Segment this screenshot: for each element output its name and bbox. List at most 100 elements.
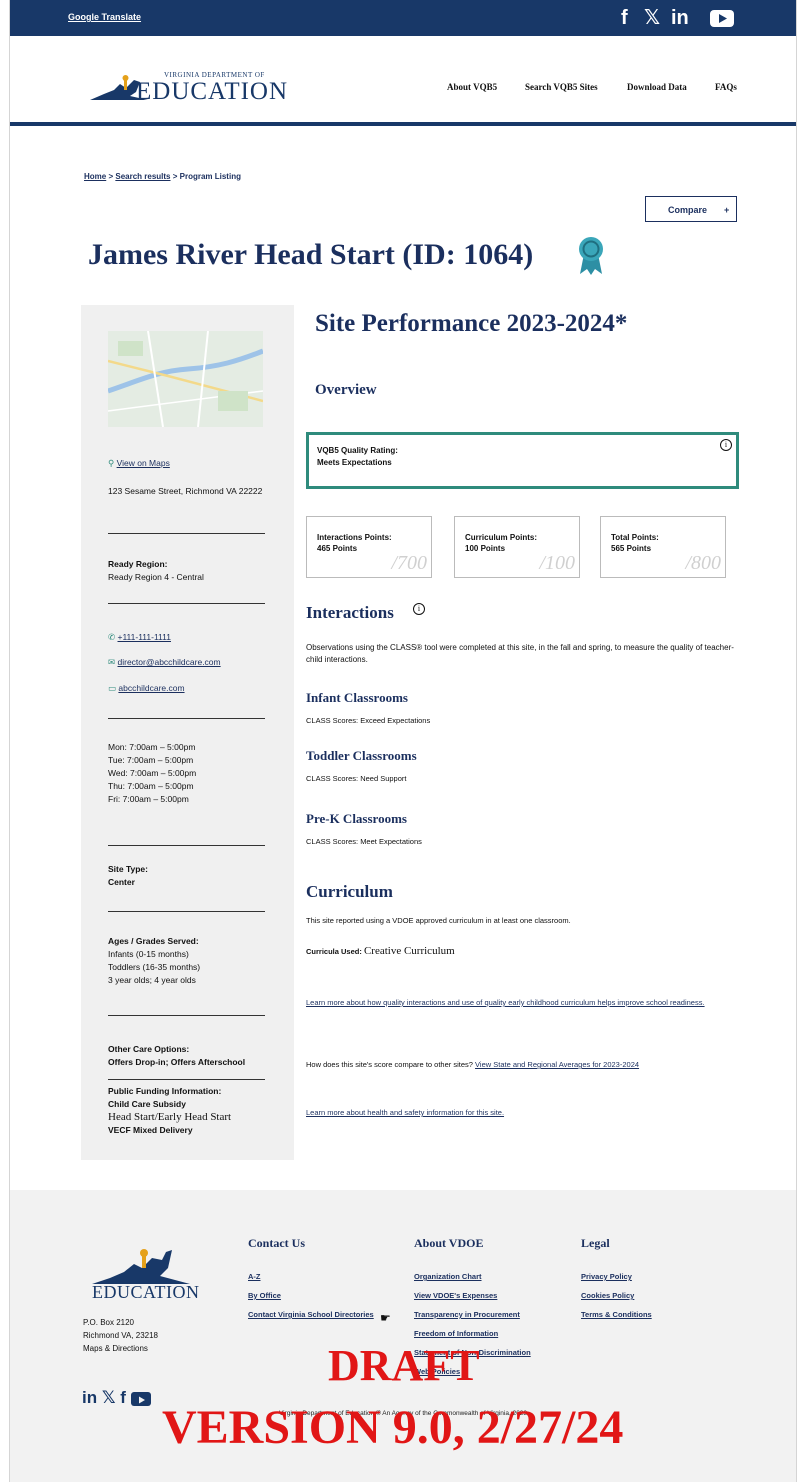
site-info-sidebar: ⚲ View on Maps 123 Sesame Street, Richmo… [81,305,294,1160]
facebook-icon[interactable]: f [621,6,628,30]
points-value: 100 Points [465,544,506,553]
quality-rating-value: Meets Expectations [317,458,392,467]
hours-item: Tue: 7:00am – 5:00pm [108,755,194,765]
breadcrumb-home[interactable]: Home [84,172,106,181]
points-label: Interactions Points: [317,533,392,542]
quality-rating: VQB5 Quality Rating: Meets Expectations [317,445,398,469]
interactions-description: Observations using the CLASS® tool were … [306,643,734,664]
divider [108,1079,265,1080]
version-watermark: VERSION 9.0, 2/27/24 [162,1401,624,1454]
other-care-label: Other Care Options: [108,1044,190,1054]
points-label: Total Points: [611,533,659,542]
page-frame: Google Translate f 𝕏 in VIRGINIA DEPARTM… [9,0,797,1482]
curricula-used: Curricula Used: Creative Curriculum [306,944,455,959]
info-icon[interactable]: i [720,439,732,451]
public-funding: Public Funding Information: Child Care S… [108,1085,231,1137]
compare-question: How does this site's score compare to ot… [306,1060,473,1069]
maps-directions-link[interactable]: Maps & Directions [83,1342,158,1355]
ready-region: Ready Region: Ready Region 4 - Central [108,558,204,584]
compare-question-block: How does this site's score compare to ot… [306,1058,736,1072]
site-type-label: Site Type: [108,864,148,874]
email-link[interactable]: director@abcchildcare.com [118,657,221,667]
phone-icon: ✆ [108,632,116,642]
curriculum-heading: Curriculum [306,882,393,901]
footer-link[interactable]: Contact Virginia School Directories [248,1310,374,1319]
hours-item: Mon: 7:00am – 5:00pm [108,742,196,752]
location-map[interactable] [108,331,263,427]
learn-more-readiness-link[interactable]: Learn more about how quality interaction… [306,998,705,1007]
facebook-icon[interactable]: f [120,1388,126,1407]
google-translate-link[interactable]: Google Translate [68,12,141,22]
points-value: 565 Points [611,544,652,553]
x-twitter-icon[interactable]: 𝕏 [644,6,660,30]
footer-social: in 𝕏 f [82,1388,151,1408]
footer-logo[interactable]: EDUCATION [90,1246,200,1302]
footer-link[interactable]: A-Z [248,1272,261,1281]
legal-heading: Legal [581,1236,610,1250]
state-averages-link[interactable]: View State and Regional Averages for 202… [475,1060,639,1069]
points-max: /700 [391,552,427,574]
logo-text: EDUCATION [136,78,289,105]
linkedin-icon[interactable]: in [671,6,689,30]
footer-link[interactable]: View VDOE's Expenses [414,1291,497,1300]
classroom-heading: Infant Classrooms [306,690,408,705]
curricula-value: Creative Curriculum [363,945,455,957]
site-address: 123 Sesame Street, Richmond VA 22222 [108,486,263,496]
breadcrumb-separator: > [170,172,180,181]
footer-link[interactable]: Organization Chart [414,1272,482,1281]
cursor-icon: ☛ [380,1311,391,1325]
footer-link[interactable]: Transparency in Procurement [414,1310,520,1319]
breadcrumb-search-results[interactable]: Search results [115,172,170,181]
ready-region-value: Ready Region 4 - Central [108,572,204,582]
nav-about[interactable]: About VQB5 [447,82,497,92]
monitor-icon: ▭ [108,683,117,693]
location-pin-icon: ⚲ [108,458,115,468]
footer-link[interactable]: By Office [248,1291,281,1300]
footer-address: P.O. Box 2120 Richmond VA, 23218 Maps & … [83,1316,158,1355]
nav-faqs[interactable]: FAQs [715,82,737,92]
view-on-maps-link[interactable]: View on Maps [117,458,170,468]
contact-heading: Contact Us [248,1236,305,1250]
nav-download[interactable]: Download Data [627,82,687,92]
info-icon[interactable]: i [413,603,425,615]
classroom-heading: Toddler Classrooms [306,748,417,763]
footer-link[interactable]: Freedom of Information [414,1329,498,1338]
other-care-value: Offers Drop-in; Offers Afterschool [108,1057,246,1067]
hours-item: Wed: 7:00am – 5:00pm [108,768,197,778]
readiness-link-block: Learn more about how quality interaction… [306,996,736,1010]
site-performance-heading: Site Performance 2023-2024* [315,310,628,337]
hours-item: Thu: 7:00am – 5:00pm [108,781,194,791]
youtube-icon[interactable] [130,1391,151,1406]
footer-logo-text: EDUCATION [92,1282,200,1302]
website-row: ▭ abcchildcare.com [108,682,185,695]
website-link[interactable]: abcchildcare.com [118,683,184,693]
ages-served-item: Toddlers (16-35 months) [108,962,201,972]
health-safety-block: Learn more about health and safety infor… [306,1106,504,1120]
youtube-icon[interactable] [710,10,734,27]
email-icon: ✉ [108,657,116,667]
points-label: Curriculum Points: [465,533,538,542]
interactions-heading: Interactions [306,603,394,622]
footer-link[interactable]: Terms & Conditions [581,1310,652,1319]
other-care-options: Other Care Options: Offers Drop-in; Offe… [108,1043,245,1069]
classroom-heading: Pre-K Classrooms [306,811,407,826]
phone-link[interactable]: +111-111-1111 [118,632,171,642]
linkedin-icon[interactable]: in [82,1388,97,1407]
divider [108,845,265,846]
footer-link[interactable]: Privacy Policy [581,1272,632,1281]
x-twitter-icon[interactable]: 𝕏 [102,1388,116,1407]
health-safety-link[interactable]: Learn more about health and safety infor… [306,1108,504,1117]
divider [108,911,265,912]
draft-watermark: DRAFT [328,1341,480,1390]
classroom-score: CLASS Scores: Need Support [306,774,407,783]
award-ribbon-icon [579,237,603,275]
nav-search[interactable]: Search VQB5 Sites [525,82,598,92]
footer-link[interactable]: Cookies Policy [581,1291,634,1300]
email-row: ✉ director@abcchildcare.com [108,656,221,669]
overview-heading: Overview [315,382,377,398]
points-max: /100 [539,552,575,574]
breadcrumb: Home > Search results > Program Listing [84,172,241,181]
compare-button[interactable]: Compare + [645,196,737,222]
map-link-row: ⚲ View on Maps [108,457,170,470]
about-heading: About VDOE [414,1236,484,1250]
